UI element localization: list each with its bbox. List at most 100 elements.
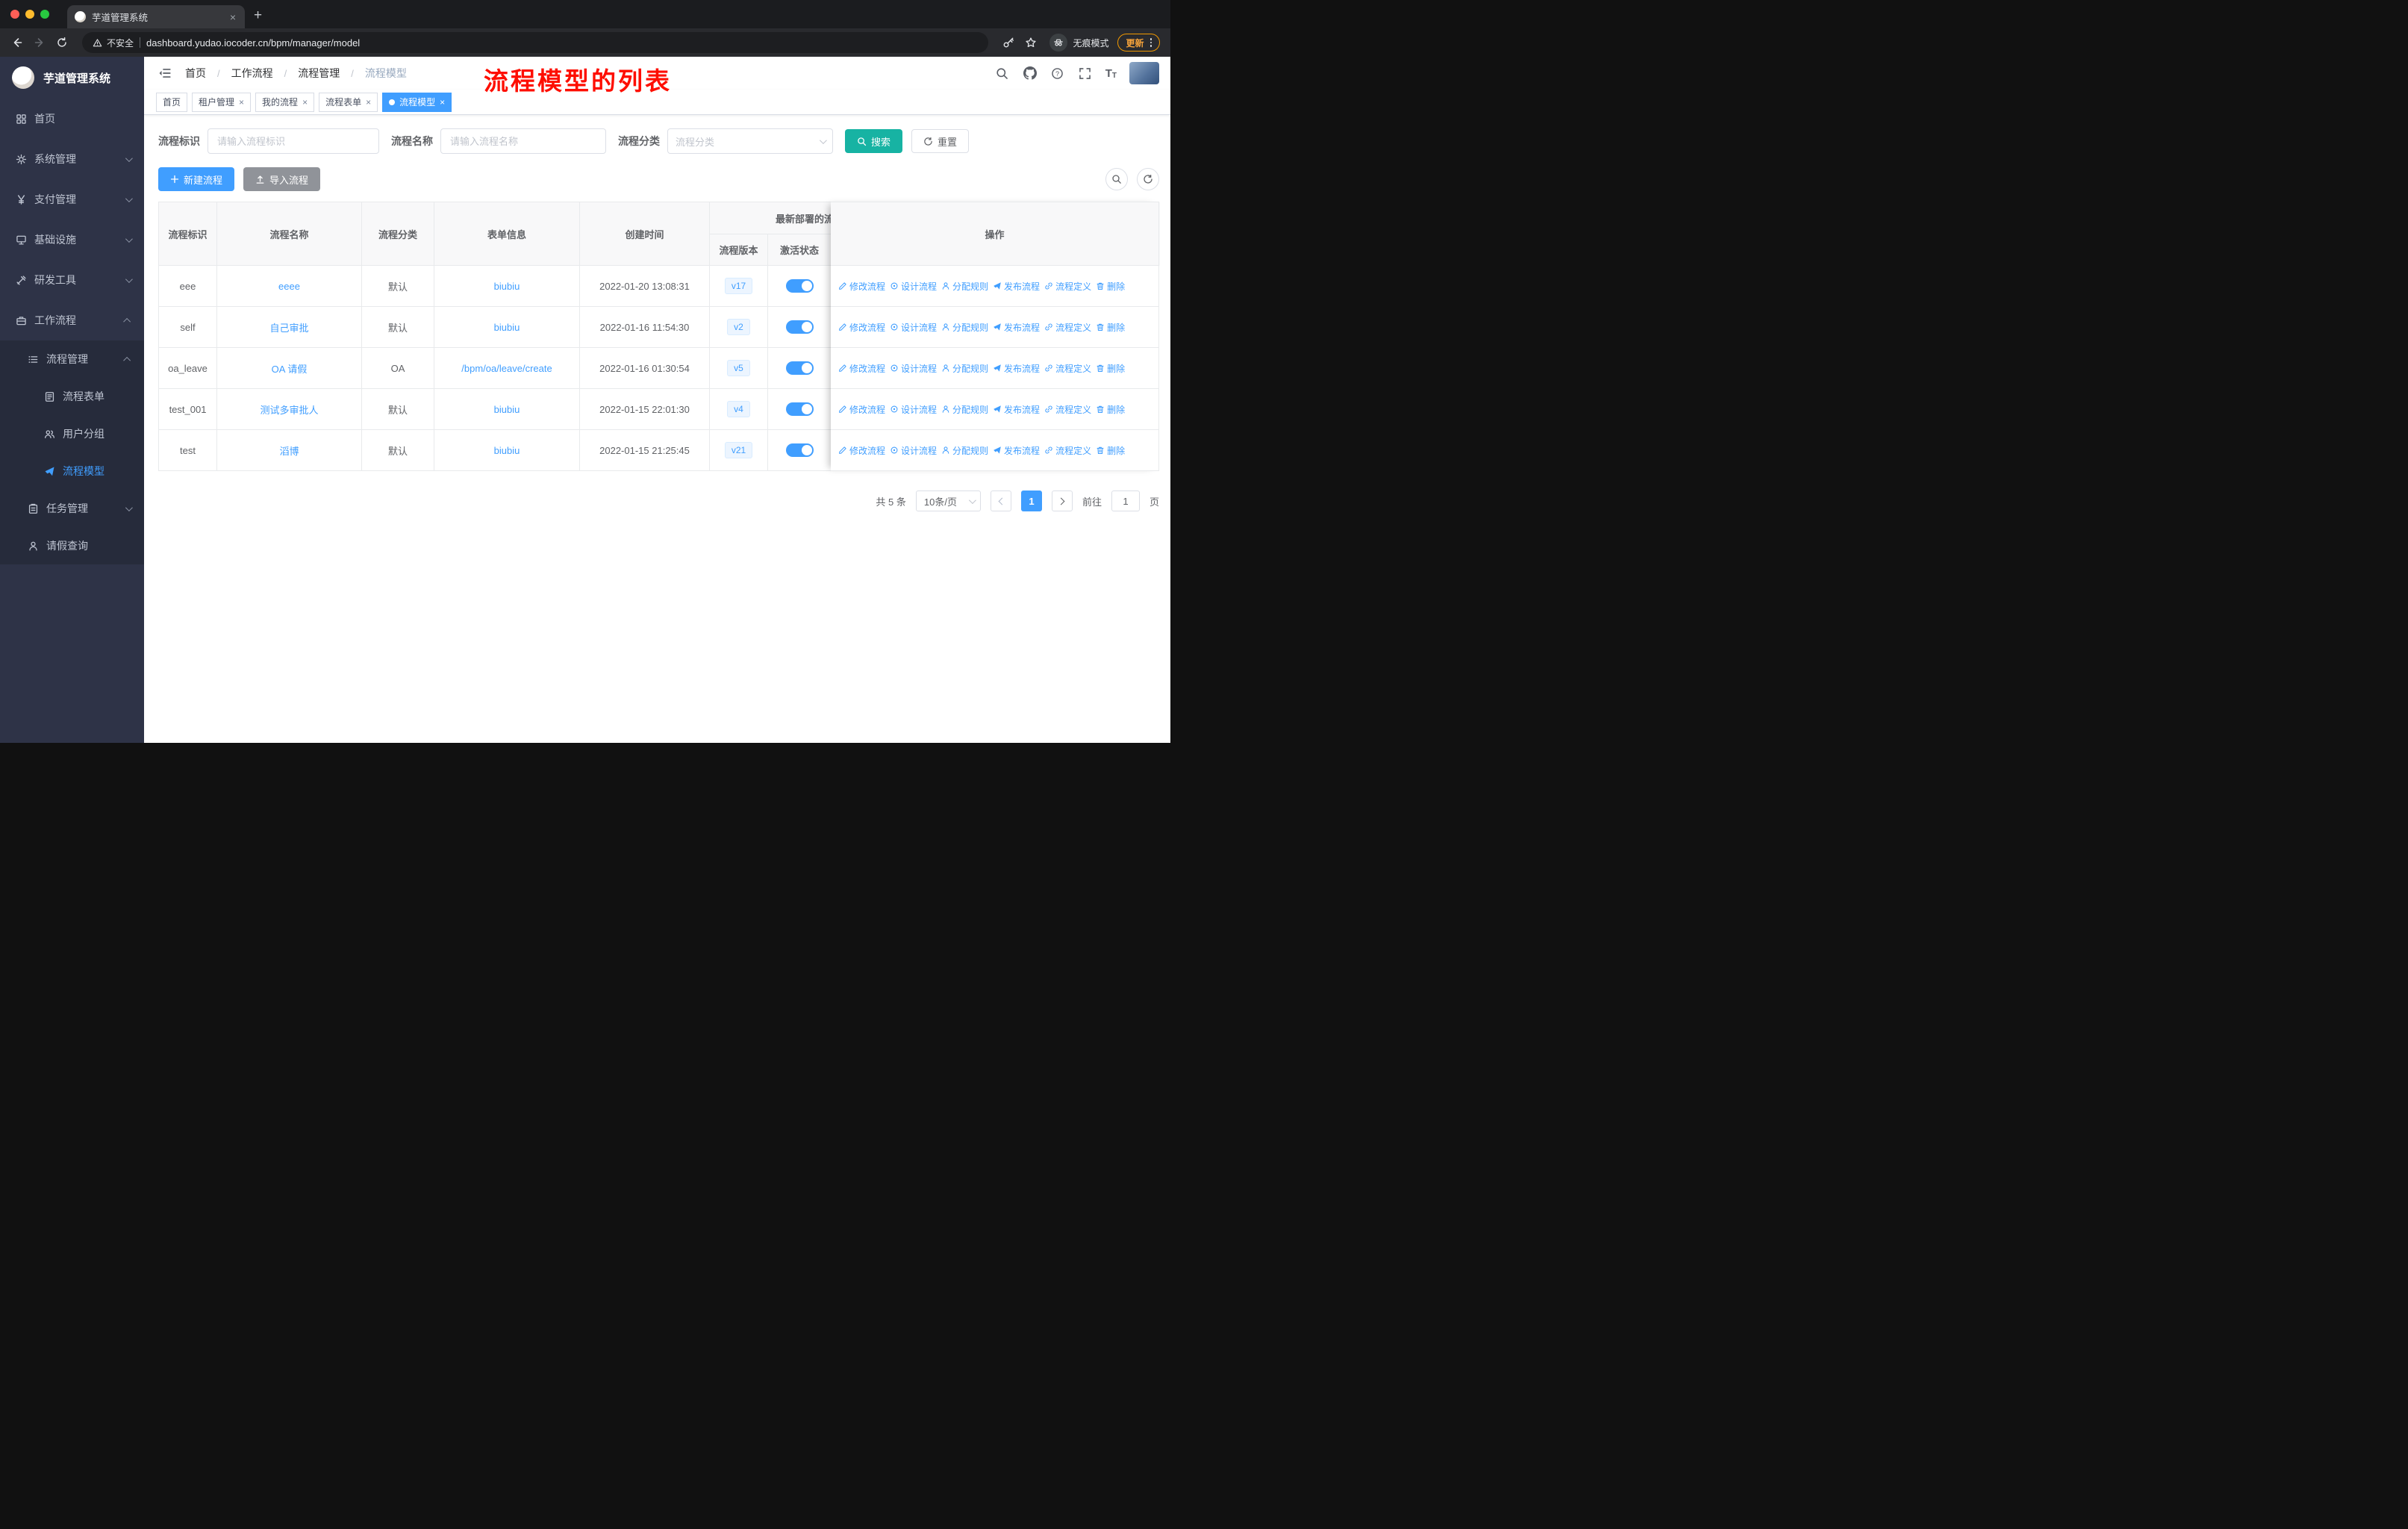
- action-assign-rule-link[interactable]: 分配规则: [941, 403, 988, 416]
- process-category-select[interactable]: 流程分类: [667, 128, 833, 154]
- sidebar-item-leave-query[interactable]: 请假查询: [0, 527, 144, 564]
- action-edit-process-link[interactable]: 修改流程: [838, 321, 885, 334]
- sidebar-item-devtools[interactable]: 研发工具: [0, 260, 144, 300]
- address-bar[interactable]: 不安全 dashboard.yudao.iocoder.cn/bpm/manag…: [82, 32, 989, 53]
- sidebar-item-system[interactable]: 系统管理: [0, 139, 144, 179]
- breadcrumb-process-management[interactable]: 流程管理: [298, 66, 340, 81]
- user-avatar[interactable]: [1129, 62, 1159, 84]
- reset-button[interactable]: 重置: [911, 129, 970, 153]
- action-publish-process-link[interactable]: 发布流程: [993, 444, 1040, 457]
- sidebar-item-home[interactable]: 首页: [0, 99, 144, 139]
- sidebar-item-process-form[interactable]: 流程表单: [0, 378, 144, 415]
- refresh-table-button[interactable]: [1137, 168, 1159, 190]
- back-icon[interactable]: [7, 33, 27, 52]
- next-page-button[interactable]: [1051, 491, 1073, 511]
- goto-page-input[interactable]: [1111, 491, 1140, 511]
- status-toggle[interactable]: [785, 361, 814, 375]
- sidebar-item-task-management[interactable]: 任务管理: [0, 490, 144, 527]
- action-delete-link[interactable]: 删除: [1096, 362, 1125, 375]
- close-window-button[interactable]: [10, 10, 19, 19]
- browser-tab[interactable]: 芋道管理系统 ×: [67, 5, 245, 28]
- action-design-process-link[interactable]: 设计流程: [890, 403, 937, 416]
- import-process-button[interactable]: 导入流程: [243, 167, 321, 191]
- action-delete-link[interactable]: 删除: [1096, 403, 1125, 416]
- tag-process-form[interactable]: 流程表单 ×: [319, 92, 378, 112]
- new-tab-button[interactable]: +: [254, 7, 262, 24]
- action-process-definition-link[interactable]: 流程定义: [1044, 444, 1091, 457]
- tag-process-model[interactable]: 流程模型 ×: [382, 92, 452, 112]
- action-publish-process-link[interactable]: 发布流程: [993, 403, 1040, 416]
- process-name-link[interactable]: OA 请假: [272, 364, 308, 375]
- form-info-link[interactable]: biubiu: [494, 404, 520, 415]
- action-publish-process-link[interactable]: 发布流程: [993, 362, 1040, 375]
- action-edit-process-link[interactable]: 修改流程: [838, 444, 885, 457]
- action-publish-process-link[interactable]: 发布流程: [993, 321, 1040, 334]
- process-name-link[interactable]: eeee: [278, 281, 300, 292]
- action-delete-link[interactable]: 删除: [1096, 444, 1125, 457]
- process-id-input[interactable]: [208, 128, 379, 154]
- sidebar-item-process-management[interactable]: 流程管理: [0, 340, 144, 378]
- help-icon[interactable]: ?: [1050, 66, 1065, 81]
- password-key-icon[interactable]: [999, 33, 1018, 52]
- bookmark-star-icon[interactable]: [1021, 33, 1041, 52]
- form-info-link[interactable]: biubiu: [494, 322, 520, 333]
- zoom-window-button[interactable]: [40, 10, 49, 19]
- github-icon[interactable]: [1023, 66, 1038, 81]
- process-name-input[interactable]: [440, 128, 606, 154]
- tag-home[interactable]: 首页: [156, 92, 188, 112]
- fullscreen-icon[interactable]: [1078, 66, 1093, 81]
- breadcrumb-home[interactable]: 首页: [185, 66, 206, 81]
- action-design-process-link[interactable]: 设计流程: [890, 362, 937, 375]
- current-page-button[interactable]: 1: [1020, 491, 1042, 511]
- action-design-process-link[interactable]: 设计流程: [890, 280, 937, 293]
- sidebar-item-process-model[interactable]: 流程模型: [0, 452, 144, 490]
- action-design-process-link[interactable]: 设计流程: [890, 321, 937, 334]
- page-size-select[interactable]: 10条/页: [915, 491, 981, 511]
- process-name-link[interactable]: 测试多审批人: [260, 405, 318, 416]
- action-assign-rule-link[interactable]: 分配规则: [941, 321, 988, 334]
- status-toggle[interactable]: [785, 443, 814, 457]
- sidebar-item-user-group[interactable]: 用户分组: [0, 415, 144, 452]
- sidebar-item-infrastructure[interactable]: 基础设施: [0, 219, 144, 260]
- sidebar-item-workflow[interactable]: 工作流程: [0, 300, 144, 340]
- search-button[interactable]: 搜索: [845, 129, 903, 153]
- sidebar-item-payment[interactable]: 支付管理: [0, 179, 144, 219]
- action-design-process-link[interactable]: 设计流程: [890, 444, 937, 457]
- process-name-link[interactable]: 自己审批: [269, 323, 308, 334]
- action-assign-rule-link[interactable]: 分配规则: [941, 444, 988, 457]
- browser-update-button[interactable]: 更新: [1117, 34, 1160, 52]
- action-delete-link[interactable]: 删除: [1096, 280, 1125, 293]
- form-info-link[interactable]: /bpm/oa/leave/create: [461, 363, 552, 374]
- action-assign-rule-link[interactable]: 分配规则: [941, 280, 988, 293]
- tab-close-icon[interactable]: ×: [228, 11, 237, 23]
- status-toggle[interactable]: [785, 279, 814, 293]
- show-search-button[interactable]: [1105, 168, 1128, 190]
- reload-icon[interactable]: [52, 33, 72, 52]
- font-size-icon[interactable]: TT: [1105, 67, 1117, 80]
- close-icon[interactable]: ×: [440, 97, 445, 108]
- close-icon[interactable]: ×: [366, 97, 371, 108]
- action-edit-process-link[interactable]: 修改流程: [838, 280, 885, 293]
- action-edit-process-link[interactable]: 修改流程: [838, 403, 885, 416]
- action-assign-rule-link[interactable]: 分配规则: [941, 362, 988, 375]
- status-toggle[interactable]: [785, 402, 814, 416]
- action-edit-process-link[interactable]: 修改流程: [838, 362, 885, 375]
- tag-my-process[interactable]: 我的流程 ×: [255, 92, 315, 112]
- browser-menu-icon[interactable]: [1150, 38, 1152, 47]
- site-security[interactable]: 不安全: [93, 37, 134, 49]
- create-process-button[interactable]: 新建流程: [158, 167, 235, 191]
- tag-tenant-management[interactable]: 租户管理 ×: [192, 92, 252, 112]
- form-info-link[interactable]: biubiu: [494, 445, 520, 456]
- form-info-link[interactable]: biubiu: [494, 281, 520, 292]
- collapse-sidebar-icon[interactable]: [155, 63, 175, 83]
- action-publish-process-link[interactable]: 发布流程: [993, 280, 1040, 293]
- minimize-window-button[interactable]: [25, 10, 34, 19]
- forward-icon[interactable]: [30, 33, 49, 52]
- status-toggle[interactable]: [785, 320, 814, 334]
- action-process-definition-link[interactable]: 流程定义: [1044, 403, 1091, 416]
- process-name-link[interactable]: 滔博: [279, 446, 299, 457]
- breadcrumb-workflow[interactable]: 工作流程: [231, 66, 273, 81]
- action-process-definition-link[interactable]: 流程定义: [1044, 321, 1091, 334]
- close-icon[interactable]: ×: [302, 97, 308, 108]
- close-icon[interactable]: ×: [239, 97, 244, 108]
